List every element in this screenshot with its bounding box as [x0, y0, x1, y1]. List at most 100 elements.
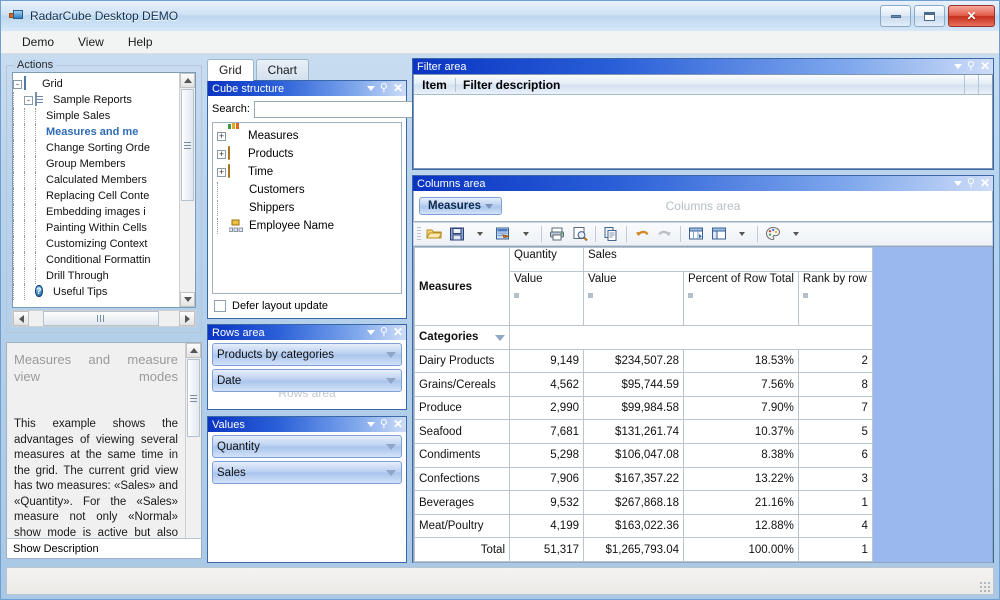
grid-total-percent[interactable]: 100.00%	[683, 537, 799, 562]
chevron-down-icon[interactable]	[495, 335, 505, 342]
actions-tree-item[interactable]: Conditional Formattin	[13, 252, 179, 268]
column-filter-icon[interactable]	[514, 292, 519, 298]
pivot-grid[interactable]: Measures Quantity Sales Value Value Percent o…	[413, 246, 993, 563]
table-row[interactable]: Confections 7,906 $167,357.22 13.22% 3	[414, 466, 873, 492]
desc-scroll-thumb[interactable]	[187, 359, 200, 437]
actions-tree-item[interactable]: ? Useful Tips	[13, 284, 179, 300]
layout-dropdown-icon[interactable]	[732, 224, 752, 244]
column-filter-icon[interactable]	[588, 292, 593, 298]
grid-cell-percent[interactable]: 18.53%	[683, 348, 799, 374]
layout-icon[interactable]	[709, 224, 729, 244]
print-preview-icon[interactable]	[570, 224, 590, 244]
grid-column-header[interactable]: Rank by row	[797, 270, 873, 327]
filter-area-menu-icon[interactable]	[953, 64, 962, 69]
cube-tree-item[interactable]: Shippers	[217, 199, 401, 217]
scroll-down-icon[interactable]	[180, 292, 195, 307]
table-row[interactable]: Meat/Poultry 4,199 $163,022.36 12.88% 4	[414, 513, 873, 539]
paint-dropdown-icon[interactable]	[786, 224, 806, 244]
column-filter-icon[interactable]	[688, 292, 693, 298]
grid-cell-rank[interactable]: 5	[797, 419, 873, 445]
cube-tree-item[interactable]: + Time	[217, 163, 401, 181]
grid-cell-percent[interactable]: 12.88%	[683, 513, 799, 539]
rows-area-menu-icon[interactable]	[366, 330, 375, 335]
values-area-pin-icon[interactable]: ⚲	[380, 419, 388, 430]
maximize-button[interactable]	[914, 5, 945, 27]
report-icon[interactable]	[493, 224, 513, 244]
tab-grid[interactable]: Grid	[207, 59, 254, 81]
grid-cell-sales[interactable]: $163,022.36	[583, 513, 684, 539]
tree-expander[interactable]: -	[24, 95, 33, 105]
grid-corner-measures[interactable]: Measures	[414, 247, 510, 327]
grid-cell-rank[interactable]: 4	[797, 513, 873, 539]
actions-tree-item[interactable]: Replacing Cell Conte	[13, 188, 179, 204]
cube-tree-item[interactable]: Employee Name	[217, 217, 401, 235]
grid-cell-percent[interactable]: 7.56%	[683, 372, 799, 397]
paint-icon[interactable]	[763, 224, 783, 244]
toolbar-grip[interactable]	[417, 227, 421, 241]
filter-area-pin-icon[interactable]: ⚲	[967, 61, 975, 72]
grid-measure-group-quantity[interactable]: Quantity	[509, 247, 584, 272]
table-total-row[interactable]: Total 51,317 $1,265,793.04 100.00% 1	[414, 537, 873, 562]
cube-structure-close-icon[interactable]: ✕	[393, 82, 403, 94]
grid-cell-sales[interactable]: $99,984.58	[583, 395, 684, 421]
columns-area-menu-icon[interactable]	[953, 181, 962, 186]
rows-area-item-date[interactable]: Date	[212, 369, 402, 392]
rows-area-pin-icon[interactable]: ⚲	[380, 327, 388, 338]
grid-cell-quantity[interactable]: 9,149	[509, 348, 584, 374]
grid-row-header[interactable]: Meat/Poultry	[414, 513, 510, 539]
defer-layout-row[interactable]: Defer layout update	[208, 294, 406, 318]
grid-cell-sales[interactable]: $234,507.28	[583, 348, 684, 374]
tree-expander[interactable]: +	[217, 149, 226, 159]
defer-layout-checkbox[interactable]	[214, 300, 226, 312]
cube-tree-item[interactable]: Customers	[217, 181, 401, 199]
chevron-down-icon[interactable]	[386, 351, 396, 358]
close-button[interactable]: ✕	[948, 5, 995, 27]
pivot-grid-table[interactable]: Measures Quantity Sales Value Value Percent o…	[414, 247, 873, 562]
scroll-right-icon[interactable]	[179, 311, 195, 326]
actions-tree-item[interactable]: Customizing Context	[13, 236, 179, 252]
minimize-button[interactable]	[880, 5, 911, 27]
columns-area-row[interactable]: Columns area Measures	[413, 191, 993, 222]
menu-item-demo[interactable]: Demo	[11, 32, 65, 52]
grid-row-header[interactable]: Dairy Products	[414, 348, 510, 374]
copy-icon[interactable]	[601, 224, 621, 244]
grid-total-sales[interactable]: $1,265,793.04	[583, 537, 684, 562]
undo-icon[interactable]	[632, 224, 652, 244]
grid-cell-rank[interactable]: 1	[797, 490, 873, 515]
grid-cell-percent[interactable]: 7.90%	[683, 395, 799, 421]
rows-area-item-products[interactable]: Products by categories	[212, 343, 402, 366]
grid-cell-rank[interactable]: 3	[797, 466, 873, 492]
filter-grid[interactable]: Item Filter description	[413, 74, 993, 169]
print-icon[interactable]	[547, 224, 567, 244]
cube-structure-pin-icon[interactable]: ⚲	[380, 83, 388, 94]
menu-item-view[interactable]: View	[67, 32, 115, 52]
grid-cell-percent[interactable]: 21.16%	[683, 490, 799, 515]
grid-row-header[interactable]: Beverages	[414, 490, 510, 515]
actions-tree-vscrollbar[interactable]	[179, 73, 195, 307]
actions-tree-item[interactable]: Change Sorting Orde	[13, 140, 179, 156]
scroll-left-icon[interactable]	[13, 311, 29, 326]
hscroll-track[interactable]	[29, 311, 179, 326]
grid-cell-quantity[interactable]: 2,990	[509, 395, 584, 421]
table-row[interactable]: Produce 2,990 $99,984.58 7.90% 7	[414, 395, 873, 421]
cube-tree-item[interactable]: + Products	[217, 145, 401, 163]
filter-col-item[interactable]: Item	[414, 77, 456, 92]
chevron-down-icon[interactable]	[386, 443, 396, 450]
chevron-down-icon[interactable]	[386, 469, 396, 476]
cube-structure-menu-icon[interactable]	[366, 86, 375, 91]
actions-tree-item[interactable]: - Grid	[13, 76, 179, 92]
actions-tree-item[interactable]: Group Members	[13, 156, 179, 172]
resize-grip-icon[interactable]	[980, 582, 990, 592]
show-description-button[interactable]: Show Description	[7, 538, 201, 558]
redo-icon[interactable]	[655, 224, 675, 244]
grid-cell-sales[interactable]: $131,261.74	[583, 419, 684, 445]
grid-cell-quantity[interactable]: 7,681	[509, 419, 584, 445]
save-dropdown-icon[interactable]	[470, 224, 490, 244]
actions-tree[interactable]: - Grid - Sample Reports Simple Sales Measures…	[13, 73, 179, 307]
chevron-down-icon[interactable]	[386, 377, 396, 384]
actions-tree-item[interactable]: Painting Within Cells	[13, 220, 179, 236]
desc-scroll-up-icon[interactable]	[186, 343, 201, 358]
grid-total-quantity[interactable]: 51,317	[509, 537, 584, 562]
rows-area-close-icon[interactable]: ✕	[393, 326, 403, 338]
cube-tree-item[interactable]: + Measures	[217, 123, 401, 145]
